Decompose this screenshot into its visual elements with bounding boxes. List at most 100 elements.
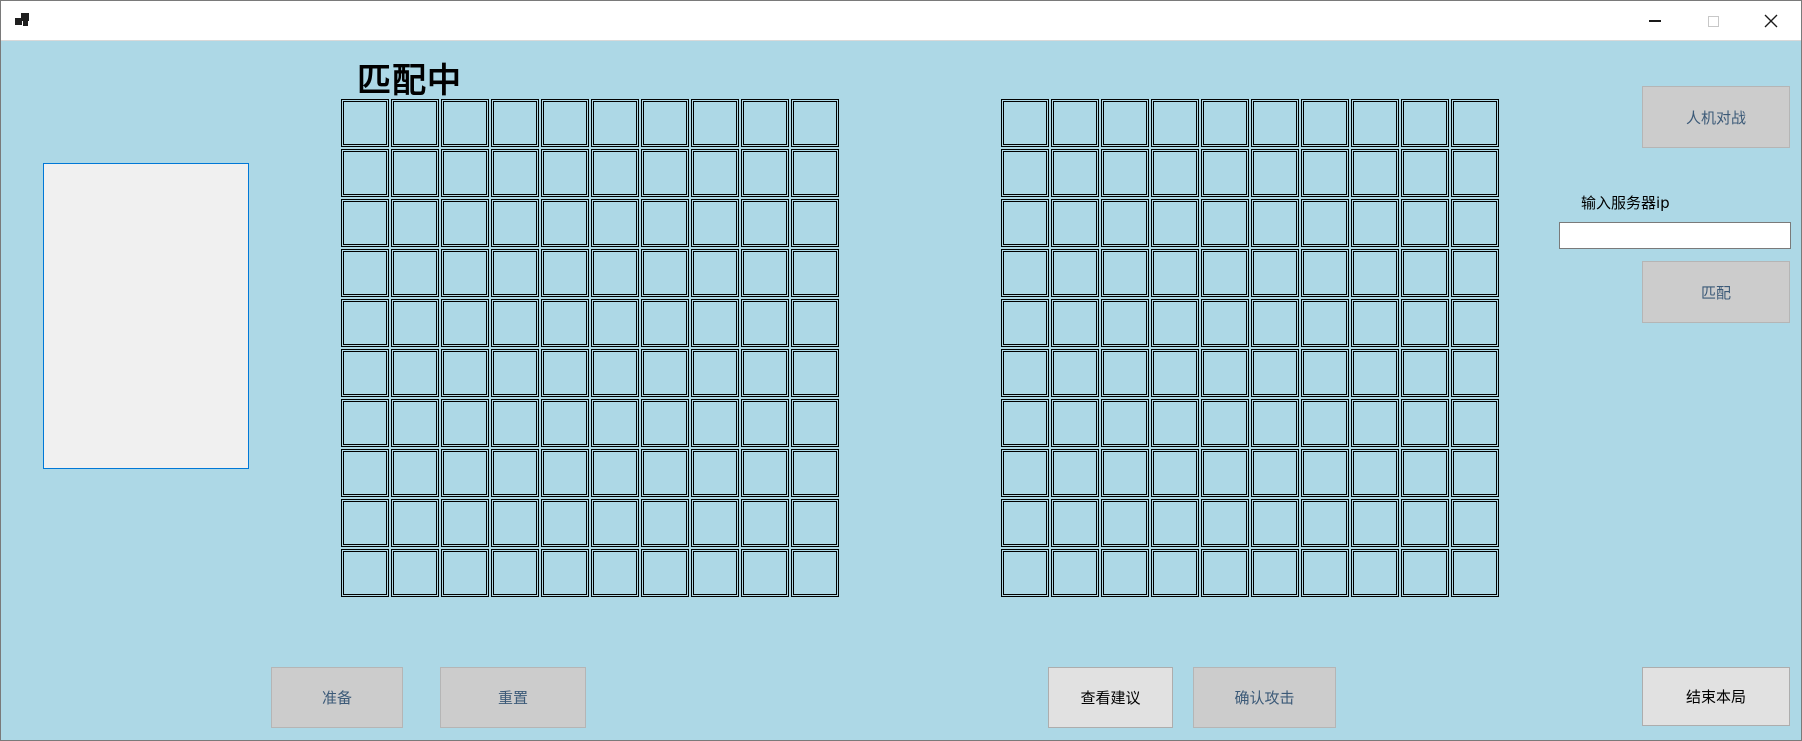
board-cell[interactable] xyxy=(1401,199,1449,247)
board-cell[interactable] xyxy=(441,499,489,547)
board-cell[interactable] xyxy=(791,99,839,147)
board-cell[interactable] xyxy=(1401,499,1449,547)
board-cell[interactable] xyxy=(391,199,439,247)
board-cell[interactable] xyxy=(1101,449,1149,497)
board-cell[interactable] xyxy=(491,349,539,397)
board-cell[interactable] xyxy=(1401,99,1449,147)
board-cell[interactable] xyxy=(1251,549,1299,597)
board-cell[interactable] xyxy=(1401,549,1449,597)
board-cell[interactable] xyxy=(591,549,639,597)
board-cell[interactable] xyxy=(1001,349,1049,397)
board-cell[interactable] xyxy=(341,249,389,297)
board-cell[interactable] xyxy=(1001,499,1049,547)
board-cell[interactable] xyxy=(741,249,789,297)
board-cell[interactable] xyxy=(691,449,739,497)
board-cell[interactable] xyxy=(1401,149,1449,197)
server-ip-input[interactable] xyxy=(1559,222,1791,249)
board-cell[interactable] xyxy=(591,349,639,397)
board-cell[interactable] xyxy=(1101,249,1149,297)
board-cell[interactable] xyxy=(591,99,639,147)
board-cell[interactable] xyxy=(741,299,789,347)
board-cell[interactable] xyxy=(1301,249,1349,297)
board-cell[interactable] xyxy=(1201,299,1249,347)
board-cell[interactable] xyxy=(1401,399,1449,447)
board-cell[interactable] xyxy=(1201,399,1249,447)
board-cell[interactable] xyxy=(691,99,739,147)
board-cell[interactable] xyxy=(1401,249,1449,297)
board-cell[interactable] xyxy=(1201,99,1249,147)
board-cell[interactable] xyxy=(441,349,489,397)
board-cell[interactable] xyxy=(1251,349,1299,397)
board-cell[interactable] xyxy=(791,299,839,347)
board-cell[interactable] xyxy=(591,449,639,497)
board-cell[interactable] xyxy=(1001,449,1049,497)
board-cell[interactable] xyxy=(1251,99,1299,147)
board-cell[interactable] xyxy=(491,149,539,197)
board-cell[interactable] xyxy=(1001,299,1049,347)
ready-button[interactable]: 准备 xyxy=(271,667,403,728)
board-cell[interactable] xyxy=(441,449,489,497)
board-cell[interactable] xyxy=(641,499,689,547)
board-cell[interactable] xyxy=(741,499,789,547)
board-cell[interactable] xyxy=(441,99,489,147)
board-cell[interactable] xyxy=(541,299,589,347)
board-cell[interactable] xyxy=(1151,199,1199,247)
board-cell[interactable] xyxy=(1401,449,1449,497)
board-cell[interactable] xyxy=(641,149,689,197)
board-cell[interactable] xyxy=(341,199,389,247)
board-cell[interactable] xyxy=(441,149,489,197)
board-cell[interactable] xyxy=(1101,349,1149,397)
board-cell[interactable] xyxy=(1251,249,1299,297)
board-cell[interactable] xyxy=(1101,99,1149,147)
board-cell[interactable] xyxy=(591,399,639,447)
board-cell[interactable] xyxy=(441,299,489,347)
board-cell[interactable] xyxy=(691,499,739,547)
board-cell[interactable] xyxy=(541,549,589,597)
board-cell[interactable] xyxy=(1201,149,1249,197)
board-cell[interactable] xyxy=(1351,99,1399,147)
board-cell[interactable] xyxy=(341,349,389,397)
board-cell[interactable] xyxy=(1351,399,1399,447)
board-cell[interactable] xyxy=(791,549,839,597)
board-cell[interactable] xyxy=(1101,299,1149,347)
board-cell[interactable] xyxy=(1101,399,1149,447)
board-cell[interactable] xyxy=(341,299,389,347)
board-cell[interactable] xyxy=(1251,399,1299,447)
board-cell[interactable] xyxy=(641,349,689,397)
board-cell[interactable] xyxy=(341,449,389,497)
board-cell[interactable] xyxy=(691,349,739,397)
board-cell[interactable] xyxy=(491,499,539,547)
board-cell[interactable] xyxy=(1051,499,1099,547)
board-cell[interactable] xyxy=(1151,399,1199,447)
board-cell[interactable] xyxy=(391,499,439,547)
board-cell[interactable] xyxy=(1151,449,1199,497)
board-cell[interactable] xyxy=(1101,499,1149,547)
board-cell[interactable] xyxy=(1251,499,1299,547)
board-cell[interactable] xyxy=(641,299,689,347)
board-cell[interactable] xyxy=(1351,449,1399,497)
board-cell[interactable] xyxy=(341,99,389,147)
board-cell[interactable] xyxy=(1351,299,1399,347)
board-cell[interactable] xyxy=(1451,349,1499,397)
board-cell[interactable] xyxy=(641,99,689,147)
board-cell[interactable] xyxy=(591,499,639,547)
board-cell[interactable] xyxy=(1051,199,1099,247)
board-cell[interactable] xyxy=(1301,499,1349,547)
board-cell[interactable] xyxy=(1351,149,1399,197)
board-cell[interactable] xyxy=(341,549,389,597)
board-cell[interactable] xyxy=(591,249,639,297)
board-cell[interactable] xyxy=(1451,399,1499,447)
board-cell[interactable] xyxy=(1051,449,1099,497)
board-cell[interactable] xyxy=(741,399,789,447)
board-cell[interactable] xyxy=(441,549,489,597)
board-cell[interactable] xyxy=(1051,399,1099,447)
view-suggestion-button[interactable]: 查看建议 xyxy=(1048,667,1173,728)
board-cell[interactable] xyxy=(1151,299,1199,347)
board-cell[interactable] xyxy=(1151,249,1199,297)
board-cell[interactable] xyxy=(591,299,639,347)
board-cell[interactable] xyxy=(1101,149,1149,197)
board-cell[interactable] xyxy=(391,349,439,397)
board-cell[interactable] xyxy=(1301,349,1349,397)
board-cell[interactable] xyxy=(1301,149,1349,197)
board-cell[interactable] xyxy=(341,399,389,447)
